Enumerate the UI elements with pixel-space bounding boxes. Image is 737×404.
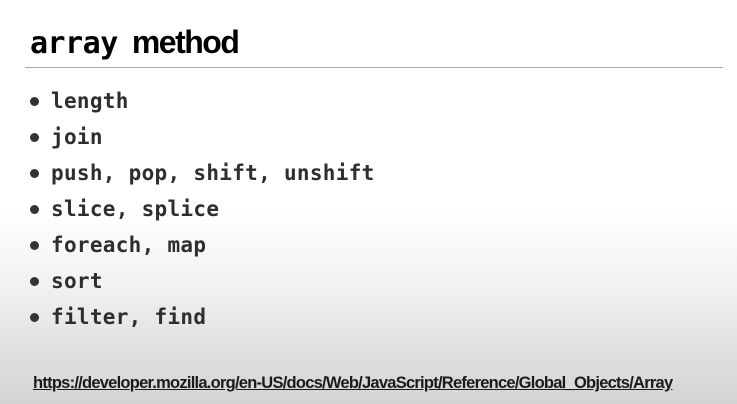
list-item: join [28,119,375,155]
bullet-text: slice, splice [51,197,220,221]
title-code-word: array [30,26,118,61]
bullet-text: join [51,125,103,149]
list-item: slice, splice [28,191,375,227]
title-divider [25,67,723,68]
bullet-dot-icon [30,312,39,322]
list-item: filter, find [28,299,375,335]
bullet-dot-icon [30,240,39,250]
bullet-dot-icon [30,132,39,142]
bullet-text: filter, find [51,305,207,329]
bullet-list: length join push, pop, shift, unshift sl… [28,83,375,335]
title-text-word: method [131,24,240,60]
list-item: sort [28,263,375,299]
list-item: foreach, map [28,227,375,263]
reference-link[interactable]: https://developer.mozilla.org/en-US/docs… [33,374,725,393]
bullet-text: length [51,89,129,113]
bullet-text: sort [51,269,103,293]
bullet-text: foreach, map [51,233,207,257]
bullet-dot-icon [30,96,39,106]
bullet-dot-icon [30,168,39,178]
bullet-text: push, pop, shift, unshift [51,161,375,185]
list-item: push, pop, shift, unshift [28,155,375,191]
list-item: length [28,83,375,119]
bullet-dot-icon [30,276,39,286]
slide-title: array method [30,20,240,64]
bullet-dot-icon [30,204,39,214]
